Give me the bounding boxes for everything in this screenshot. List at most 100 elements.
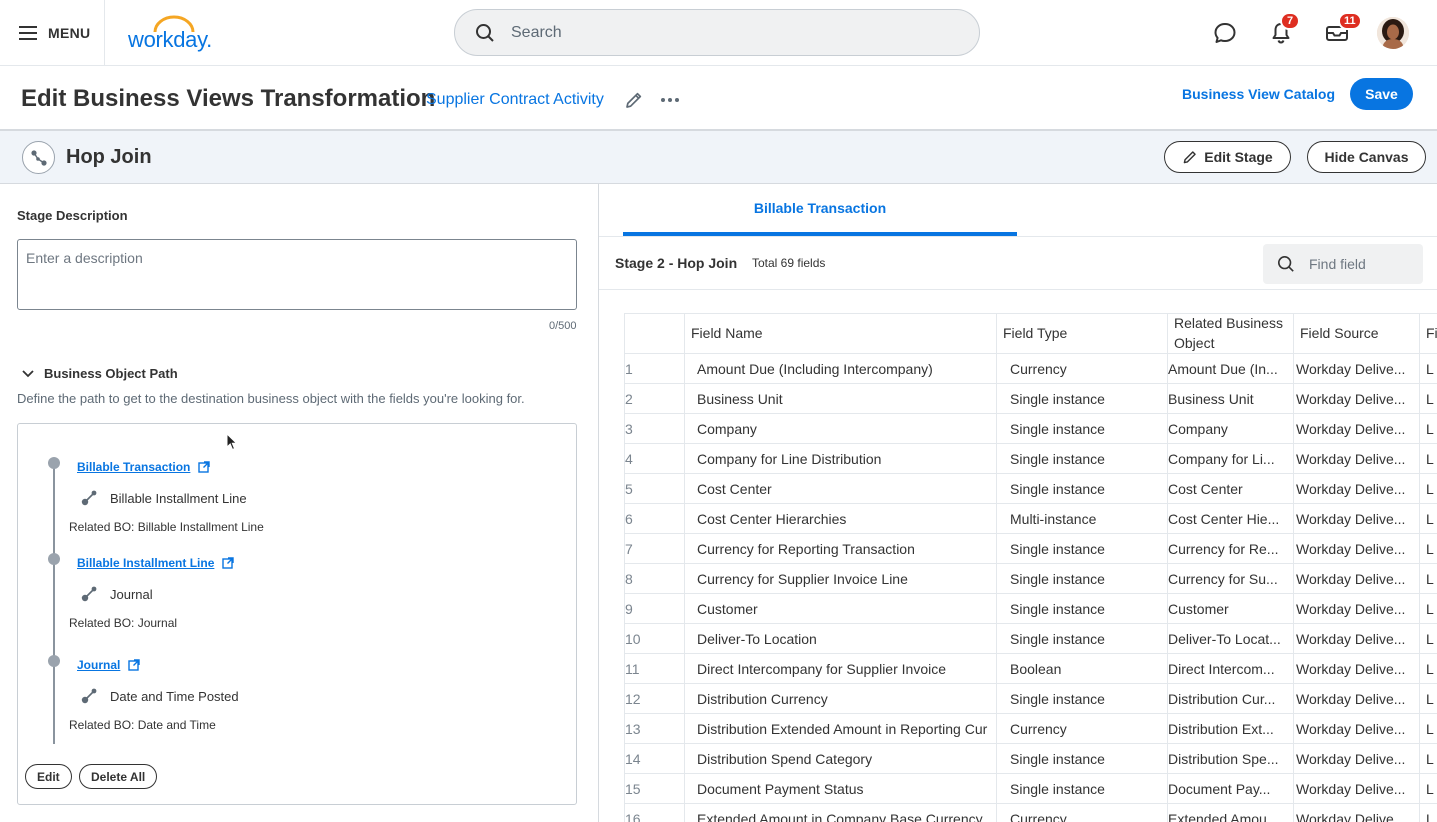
row-number-text: 8 [625, 571, 633, 587]
table-row[interactable]: 4 Company for Line Distribution Single ins… [625, 444, 1437, 474]
edit-name-button[interactable] [624, 90, 644, 115]
business-view-catalog-link[interactable]: Business View Catalog [1182, 86, 1335, 102]
logo-text: workday. [128, 27, 212, 52]
menu-button[interactable]: MENU [18, 20, 90, 46]
truncated-cell-text: L [1426, 601, 1434, 617]
row-number-text: 1 [625, 361, 633, 377]
hop-join-stage-icon [22, 141, 55, 174]
business-object-path-description: Define the path to get to the destinatio… [17, 391, 525, 406]
truncated-cell-text: L [1426, 781, 1434, 797]
row-number-text: 5 [625, 481, 633, 497]
path-node-dot [48, 553, 60, 565]
truncated-cell-text: L [1426, 631, 1434, 647]
related-bo-cell-text: Cost Center Hie... [1168, 511, 1280, 527]
column-header-field-type[interactable]: Field Type [996, 314, 1167, 354]
field-name-cell-text: Currency for Supplier Invoice Line [697, 571, 908, 587]
column-header-field-source[interactable]: Field Source [1293, 314, 1419, 354]
table-row[interactable]: 5 Cost Center Single instance Cost Center Wo… [625, 474, 1437, 504]
row-number-text: 7 [625, 541, 633, 557]
avatar[interactable] [1377, 17, 1409, 49]
row-number: 6 [625, 504, 680, 534]
inbox-button[interactable]: 11 [1324, 12, 1362, 46]
column-header-field-name[interactable]: Field Name [684, 314, 996, 354]
path-bo-link[interactable]: Billable Installment Line [77, 556, 235, 570]
field-type-cell: Single instance [996, 474, 1167, 504]
related-bo-cell-text: Company for Li... [1168, 451, 1275, 467]
field-type-cell: Single instance [996, 414, 1167, 444]
search-icon [476, 23, 494, 42]
field-source-cell-text: Workday Delive... [1296, 571, 1406, 587]
save-button[interactable]: Save [1350, 78, 1413, 110]
search-input[interactable] [511, 23, 931, 42]
field-type-cell-text: Single instance [1010, 451, 1105, 467]
related-bo-cell-text: Distribution Ext... [1168, 721, 1274, 737]
business-view-name-link[interactable]: Supplier Contract Activity [426, 91, 604, 109]
table-row[interactable]: 15 Document Payment Status Single instance… [625, 774, 1437, 804]
find-field-input[interactable] [1309, 256, 1419, 272]
related-bo-cell-text: Customer [1168, 601, 1229, 617]
field-name-cell-text: Company for Line Distribution [697, 451, 882, 467]
table-row[interactable]: 6 Cost Center Hierarchies Multi-instance Co… [625, 504, 1437, 534]
path-relation: Date and Time Posted [80, 687, 239, 705]
field-name-cell-text: Cost Center Hierarchies [697, 511, 847, 527]
relation-icon [81, 490, 97, 506]
related-bo-cell: Distribution Ext... [1167, 714, 1293, 744]
find-field-search[interactable] [1263, 244, 1423, 284]
tab-billable-transaction[interactable]: Billable Transaction [623, 184, 1017, 236]
edit-path-button[interactable]: Edit [25, 764, 72, 789]
column-header-related-bo[interactable]: Related Business Object [1167, 314, 1293, 354]
path-bo-link[interactable]: Billable Transaction [77, 460, 211, 474]
stage-description-input[interactable] [17, 239, 577, 310]
field-source-cell-text: Workday Delive... [1296, 811, 1406, 822]
edit-stage-button[interactable]: Edit Stage [1164, 141, 1291, 173]
search-bar[interactable] [454, 9, 980, 56]
column-header-truncated[interactable]: Fi [1419, 314, 1437, 354]
field-type-cell-text: Currency [1010, 721, 1067, 737]
field-type-cell: Currency [996, 354, 1167, 384]
row-number: 15 [625, 774, 680, 804]
row-number: 4 [625, 444, 680, 474]
field-source-cell: Workday Delive... [1293, 714, 1419, 744]
field-name-cell-text: Cost Center [697, 481, 772, 497]
table-row[interactable]: 1 Amount Due (Including Intercompany) Curr… [625, 354, 1437, 384]
table-row[interactable]: 13 Distribution Extended Amount in Report… [625, 714, 1437, 744]
related-bo-cell: Distribution Cur... [1167, 684, 1293, 714]
row-number: 10 [625, 624, 680, 654]
row-number: 1 [625, 354, 680, 384]
field-name-cell-text: Distribution Spend Category [697, 751, 873, 767]
path-bo-link[interactable]: Journal [77, 658, 141, 672]
row-number: 5 [625, 474, 680, 504]
field-name-cell-text: Distribution Currency [697, 691, 828, 707]
table-row[interactable]: 7 Currency for Reporting Transaction Singl… [625, 534, 1437, 564]
row-number-text: 12 [625, 691, 641, 707]
page-header: Edit Business Views Transformation Suppl… [0, 66, 1437, 131]
row-number-text: 9 [625, 601, 633, 617]
table-row[interactable]: 10 Deliver-To Location Single instance Deli… [625, 624, 1437, 654]
delete-all-button[interactable]: Delete All [79, 764, 158, 789]
business-object-path-toggle[interactable]: Business Object Path [21, 366, 178, 381]
table-row[interactable]: 12 Distribution Currency Single instance Di… [625, 684, 1437, 714]
field-type-cell-text: Single instance [1010, 601, 1105, 617]
more-actions-button[interactable] [659, 90, 681, 115]
row-number-text: 13 [625, 721, 641, 737]
field-type-cell: Single instance [996, 774, 1167, 804]
table-row[interactable]: 14 Distribution Spend Category Single inst… [625, 744, 1437, 774]
table-row[interactable]: 2 Business Unit Single instance Business Un… [625, 384, 1437, 414]
field-source-cell-text: Workday Delive... [1296, 751, 1406, 767]
related-bo-cell: Distribution Spe... [1167, 744, 1293, 774]
notifications-button[interactable]: 7 [1268, 12, 1300, 46]
table-row[interactable]: 3 Company Single instance Company Workday De… [625, 414, 1437, 444]
field-type-cell-text: Single instance [1010, 691, 1105, 707]
field-name-cell-text: Document Payment Status [697, 781, 864, 797]
truncated-cell-text: L [1426, 811, 1434, 822]
workday-logo[interactable]: workday. [128, 14, 212, 52]
table-row[interactable]: 11 Direct Intercompany for Supplier Invoi… [625, 654, 1437, 684]
hide-canvas-button[interactable]: Hide Canvas [1307, 141, 1426, 173]
truncated-cell: L [1419, 354, 1437, 384]
table-row[interactable]: 9 Customer Single instance Customer Workday … [625, 594, 1437, 624]
row-number-text: 16 [625, 811, 641, 822]
table-row[interactable]: 8 Currency for Supplier Invoice Line Singl… [625, 564, 1437, 594]
chat-button[interactable] [1212, 20, 1238, 46]
table-row[interactable]: 16 Extended Amount in Company Base Curren… [625, 804, 1437, 822]
path-relation: Journal [80, 585, 153, 603]
